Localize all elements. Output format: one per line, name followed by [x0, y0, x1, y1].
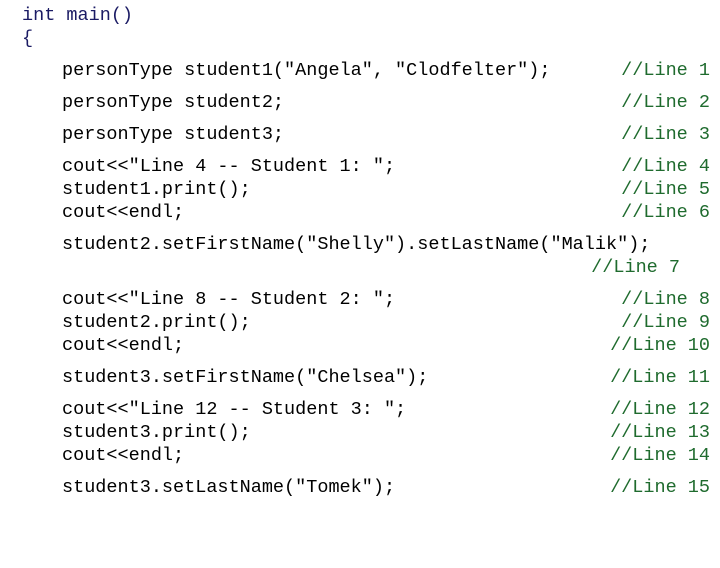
- code-row-line-5: student1.print(); //Line 5: [0, 178, 720, 201]
- code-comment: //Line 13: [610, 422, 710, 443]
- code-comment: //Line 12: [610, 399, 710, 420]
- code-row-line-10: cout<<endl; //Line 10: [0, 334, 720, 357]
- code-comment: //Line 5: [621, 179, 710, 200]
- code-row-line-14: cout<<endl; //Line 14: [0, 444, 720, 467]
- code-row-line-4: cout<<"Line 4 -- Student 1: "; //Line 4: [0, 155, 720, 178]
- code-text: cout<<endl;: [62, 445, 185, 466]
- code-row-line-8: cout<<"Line 8 -- Student 2: "; //Line 8: [0, 288, 720, 311]
- code-text: student2.print();: [62, 312, 251, 333]
- code-text: {: [22, 28, 34, 49]
- code-text: student3.setLastName("Tomek");: [62, 477, 396, 498]
- code-listing: int main() { personType student1("Angela…: [0, 0, 720, 499]
- code-text: personType student2;: [62, 92, 285, 113]
- code-row-line-15: student3.setLastName("Tomek"); //Line 15: [0, 476, 720, 499]
- code-text: student2.setFirstName("Shelly").setLastN…: [62, 234, 651, 255]
- code-row-open-brace: {: [0, 27, 720, 50]
- code-text: cout<<"Line 4 -- Student 1: ";: [62, 156, 396, 177]
- code-text: student3.print();: [62, 422, 251, 443]
- code-text: student1.print();: [62, 179, 251, 200]
- code-row-function-header: int main(): [0, 4, 720, 27]
- code-comment: //Line 11: [610, 367, 710, 388]
- code-row-line-3: personType student3; //Line 3: [0, 123, 720, 146]
- code-slide: int main() { personType student1("Angela…: [0, 0, 720, 540]
- code-row-line-12: cout<<"Line 12 -- Student 3: "; //Line 1…: [0, 398, 720, 421]
- code-text: cout<<endl;: [62, 202, 185, 223]
- code-row-line-1: personType student1("Angela", "Clodfelte…: [0, 59, 720, 82]
- code-comment: //Line 15: [610, 477, 710, 498]
- code-row-line-6: cout<<endl; //Line 6: [0, 201, 720, 224]
- code-row-line-9: student2.print(); //Line 9: [0, 311, 720, 334]
- code-comment: //Line 4: [621, 156, 710, 177]
- code-text: student3.setFirstName("Chelsea");: [62, 367, 429, 388]
- code-group-spacer: [0, 50, 720, 59]
- code-comment: //Line 6: [621, 202, 710, 223]
- code-row-line-7: student2.setFirstName("Shelly").setLastN…: [0, 233, 720, 256]
- code-row-line-2: personType student2; //Line 2: [0, 91, 720, 114]
- code-text: cout<<endl;: [62, 335, 185, 356]
- code-comment: //Line 1: [621, 60, 710, 81]
- code-text: personType student1("Angela", "Clodfelte…: [62, 60, 551, 81]
- code-comment: //Line 2: [621, 92, 710, 113]
- code-row-line-7-comment: //Line 7: [0, 256, 720, 279]
- code-row-line-13: student3.print(); //Line 13: [0, 421, 720, 444]
- code-row-line-11: student3.setFirstName("Chelsea"); //Line…: [0, 366, 720, 389]
- code-text: cout<<"Line 12 -- Student 3: ";: [62, 399, 407, 420]
- code-comment: //Line 9: [621, 312, 710, 333]
- code-text: cout<<"Line 8 -- Student 2: ";: [62, 289, 396, 310]
- code-text: personType student3;: [62, 124, 285, 145]
- code-comment: //Line 7: [591, 257, 680, 278]
- code-text: int main(): [22, 5, 134, 26]
- code-comment: //Line 8: [621, 289, 710, 310]
- code-comment: //Line 10: [610, 335, 710, 356]
- code-comment: //Line 3: [621, 124, 710, 145]
- code-comment: //Line 14: [610, 445, 710, 466]
